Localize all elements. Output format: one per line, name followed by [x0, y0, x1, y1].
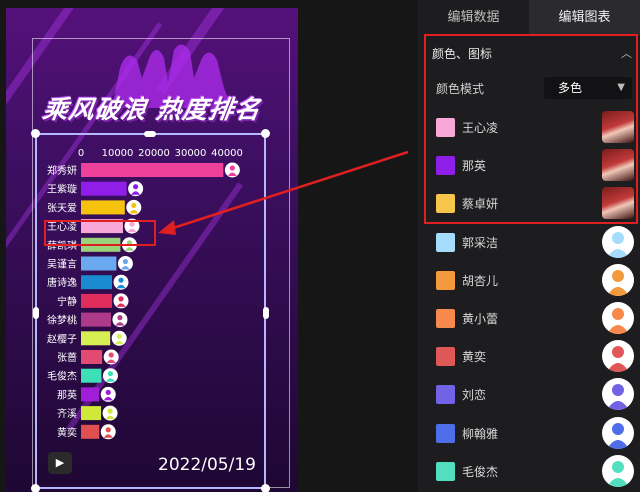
tab-bar: 编辑数据 编辑图表 — [418, 0, 640, 36]
color-item: 毛俊杰 — [418, 452, 640, 490]
color-swatch[interactable] — [436, 461, 455, 481]
color-swatch[interactable] — [436, 385, 455, 405]
highlight-box — [424, 34, 638, 224]
resize-handle[interactable] — [31, 129, 40, 138]
resize-handle[interactable] — [144, 131, 156, 137]
date-label: 2022/05/19 — [158, 455, 256, 475]
avatar-icon[interactable] — [602, 225, 634, 258]
color-item: 郭采洁 — [418, 223, 640, 261]
resize-handle[interactable] — [263, 307, 269, 319]
resize-handle[interactable] — [31, 484, 40, 492]
color-swatch[interactable] — [436, 347, 455, 367]
person-silhouette-icon — [607, 422, 629, 449]
avatar-icon[interactable] — [602, 263, 634, 296]
avatar-icon[interactable] — [602, 340, 634, 373]
color-item: 柳翰雅 — [418, 414, 640, 452]
item-name: 柳翰雅 — [462, 426, 499, 441]
avatar-icon[interactable] — [602, 378, 634, 411]
person-silhouette-icon — [607, 460, 629, 487]
item-name: 黄小蕾 — [462, 312, 499, 326]
person-silhouette-icon — [607, 384, 629, 411]
color-swatch[interactable] — [436, 309, 455, 328]
tab-edit-chart[interactable]: 编辑图表 — [529, 0, 640, 36]
color-item: 胡杏儿 — [418, 261, 640, 299]
item-name: 毛俊杰 — [462, 464, 499, 479]
color-item: 黄小蕾 — [418, 299, 640, 337]
color-swatch[interactable] — [436, 423, 455, 443]
resize-handle[interactable] — [261, 484, 270, 492]
color-swatch[interactable] — [436, 232, 455, 252]
selection-box[interactable] — [35, 133, 266, 489]
person-silhouette-icon — [607, 269, 629, 296]
person-silhouette-icon — [607, 346, 629, 373]
avatar-icon[interactable] — [602, 454, 634, 487]
play-button[interactable]: ▶ — [48, 452, 72, 474]
resize-handle[interactable] — [261, 129, 270, 138]
avatar-icon[interactable] — [602, 416, 634, 449]
item-name: 郭采洁 — [462, 235, 499, 250]
item-name: 刘恋 — [462, 388, 487, 403]
item-name: 黄奕 — [462, 350, 487, 365]
avatar-icon[interactable] — [602, 302, 634, 334]
tab-edit-data[interactable]: 编辑数据 — [418, 0, 529, 36]
resize-handle[interactable] — [33, 307, 39, 319]
color-swatch[interactable] — [436, 270, 455, 290]
color-item: 刘恋 — [418, 375, 640, 413]
person-silhouette-icon — [607, 231, 629, 258]
highlight-box — [44, 220, 156, 246]
canvas-area: 乘风破浪 热度排名 0 10000 20000 30000 40000 郑秀妍 王紫璇 张天爱… — [0, 0, 418, 492]
item-name: 胡杏儿 — [462, 273, 499, 288]
color-item: 黄奕 — [418, 337, 640, 375]
play-icon: ▶ — [55, 456, 65, 469]
person-silhouette-icon — [607, 308, 629, 334]
